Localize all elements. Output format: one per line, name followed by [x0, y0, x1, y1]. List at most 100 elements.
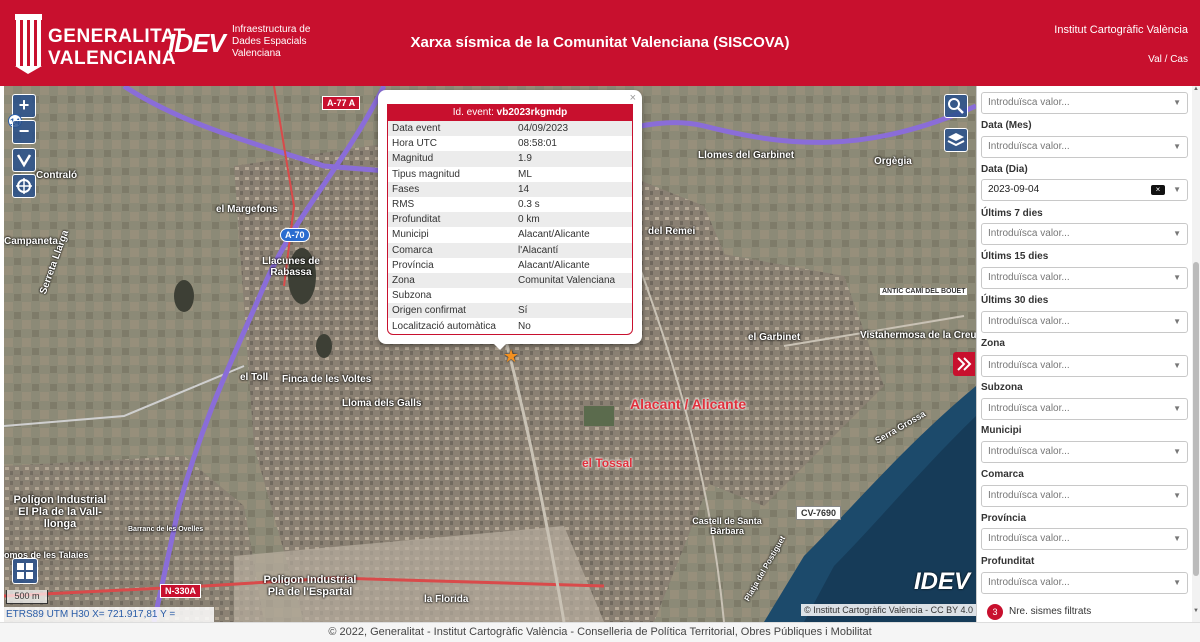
popup-close-button[interactable]: × [630, 92, 636, 104]
event-detail-key: Subzona [392, 290, 432, 302]
event-detail-value: Comunitat Valenciana [514, 272, 632, 289]
layers-button[interactable] [944, 128, 968, 152]
institute-link[interactable]: Institut Cartogràfic València [1054, 24, 1188, 36]
filter-label-zona: Zona [981, 338, 1005, 349]
clear-icon[interactable]: × [1151, 185, 1165, 195]
zoom-out-button[interactable]: − [12, 120, 36, 144]
sidebar-toggle-button[interactable] [953, 352, 975, 376]
chevron-down-icon: ▼ [1173, 534, 1181, 543]
event-id-value: vb2023rkgmdp [496, 107, 568, 118]
event-detail-key: Província [392, 259, 434, 271]
chevron-down-icon: ▼ [1173, 273, 1181, 282]
scroll-down-icon[interactable]: ▼ [1192, 608, 1200, 614]
event-detail-value: 0 km [514, 212, 632, 228]
field-placeholder: Introduïsca valor... [988, 316, 1070, 327]
map-label: Llacunes de Rabassa [262, 256, 320, 278]
event-detail-key: Zona [388, 272, 514, 289]
map-label: Llomes del Garbinet [698, 150, 795, 161]
map-label: Lloma dels Galls [342, 398, 422, 409]
event-detail-row: Tipus magnitud ML [388, 167, 632, 182]
filter-provincia-select[interactable]: Introduïsca valor... ▼ [981, 528, 1188, 550]
road-label: CV-7690 [796, 506, 842, 520]
event-detail-key: Magnitud [388, 151, 514, 167]
field-placeholder: Introduïsca valor... [988, 228, 1070, 239]
event-detail-row: RMS 0.3 s [388, 197, 632, 212]
filter-sidebar: Introduïsca valor... ▼ Data (Mes) Introdu… [976, 86, 1200, 622]
page-title: Xarxa sísmica de la Comunitat Valenciana… [410, 34, 790, 51]
event-detail-key: Tipus magnitud [392, 168, 460, 180]
location-arrow-button[interactable] [12, 148, 36, 172]
event-detail-row: Municipi Alacant/Alicante [388, 227, 632, 242]
map-attribution[interactable]: © Institut Cartogràfic València - CC BY … [801, 604, 976, 616]
event-detail-key: Municipi [392, 229, 429, 241]
search-button[interactable] [944, 94, 968, 118]
lang-cas-link[interactable]: Cas [1170, 54, 1188, 65]
event-detail-row: Subzona [388, 288, 632, 303]
event-id-label: Id. event: [452, 107, 494, 118]
filter-any-select[interactable]: Introduïsca valor... ▼ [981, 92, 1188, 114]
event-detail-key: Fases [388, 181, 514, 197]
scrollbar-thumb[interactable] [1193, 262, 1199, 576]
event-detail-value: 08:58:01 [518, 138, 557, 150]
double-chevron-right-icon [957, 357, 972, 371]
basemap-grid-button[interactable] [12, 558, 38, 584]
coords-system: ETRS89 UTM H30 [6, 609, 90, 620]
event-detail-row: Profunditat 0 km [388, 212, 632, 228]
map-label: Orgègia [874, 156, 912, 167]
coords-x: X= 721.917,81 [92, 609, 158, 620]
event-detail-key: Origen confirmat [388, 303, 514, 319]
filter-profunditat-select[interactable]: Introduïsca valor... ▼ [981, 572, 1188, 594]
filter-comarca-select[interactable]: Introduïsca valor... ▼ [981, 485, 1188, 507]
filter-subzona-select[interactable]: Introduïsca valor... ▼ [981, 398, 1188, 420]
event-details-table: Data event 04/09/2023 Hora UTC 08:58:01 Magn… [388, 121, 632, 334]
filter-dia-select[interactable]: 2023-09-04 × ▼ [981, 179, 1188, 201]
app-header: GENERALITAT VALENCIANA IDEV Infraestruct… [0, 0, 1200, 86]
map-label: Campaneta [4, 236, 58, 247]
event-detail-value: Sí [514, 303, 632, 319]
page-footer: © 2022, Generalitat - Institut Cartogràf… [0, 622, 1200, 642]
sidebar-scrollbar[interactable]: ▲ ▼ [1192, 86, 1200, 622]
event-detail-row: Fases 14 [388, 181, 632, 197]
map-label: Polígon Industrial El Pla de la Vall-llo… [13, 494, 107, 530]
filter-u30-select[interactable]: Introduïsca valor... ▼ [981, 311, 1188, 333]
lang-val-link[interactable]: Val [1148, 54, 1162, 65]
zoom-extent-button[interactable] [12, 174, 36, 198]
filter-label-u15: Últims 15 dies [981, 251, 1049, 262]
popup-header: Id. event: vb2023rkgmdp [388, 105, 632, 121]
chevron-down-icon: ▼ [1173, 317, 1181, 326]
filter-u15-select[interactable]: Introduïsca valor... ▼ [981, 267, 1188, 289]
event-detail-row: Data event 04/09/2023 [388, 121, 632, 137]
idev-watermark-logo: IDEV [913, 568, 970, 595]
filter-u7-select[interactable]: Introduïsca valor... ▼ [981, 223, 1188, 245]
road-label: N-330A [160, 584, 202, 598]
field-placeholder: Introduïsca valor... [988, 403, 1070, 414]
field-placeholder: Introduïsca valor... [988, 141, 1070, 152]
chevron-down-icon: ▼ [1173, 404, 1181, 413]
event-detail-key: Localització automàtica [392, 320, 496, 332]
event-detail-value: Alacant/Alicante [518, 259, 590, 271]
chevron-down-icon: ▼ [1173, 98, 1181, 107]
filter-label-comarca: Comarca [981, 469, 1024, 480]
chevron-down-icon: ▼ [1173, 447, 1181, 456]
event-detail-key: Profunditat [388, 212, 514, 228]
map-label: Barranc de les Ovelles [128, 526, 204, 533]
filter-label-subzona: Subzona [981, 382, 1023, 393]
event-detail-row: Província Alacant/Alicante [388, 258, 632, 273]
map-label: la Florida [424, 594, 469, 605]
filter-zona-select[interactable]: Introduïsca valor... ▼ [981, 355, 1188, 377]
event-detail-value: Alacant/Alicante [518, 229, 590, 241]
field-placeholder: Introduïsca valor... [988, 577, 1070, 588]
road-label: A-77 A [322, 96, 361, 110]
scroll-up-icon[interactable]: ▲ [1192, 86, 1200, 92]
language-switcher: Val / Cas [1148, 54, 1188, 65]
filter-municipi-select[interactable]: Introduïsca valor... ▼ [981, 441, 1188, 463]
cursor-coordinates: ETRS89 UTM H30 X= 721.917,81 Y = 4.248.7… [4, 607, 214, 622]
event-detail-value: ML [518, 168, 532, 180]
filtered-count-badge: 3 [987, 604, 1003, 620]
chevron-down-icon: ▼ [1173, 185, 1181, 194]
chevron-down-icon: ▼ [1173, 361, 1181, 370]
chevron-down-icon: ▼ [1173, 142, 1181, 151]
generalitat-line2: VALENCIANA [48, 48, 177, 69]
filter-mes-select[interactable]: Introduïsca valor... ▼ [981, 136, 1188, 158]
event-detail-row: Hora UTC 08:58:01 [388, 136, 632, 151]
